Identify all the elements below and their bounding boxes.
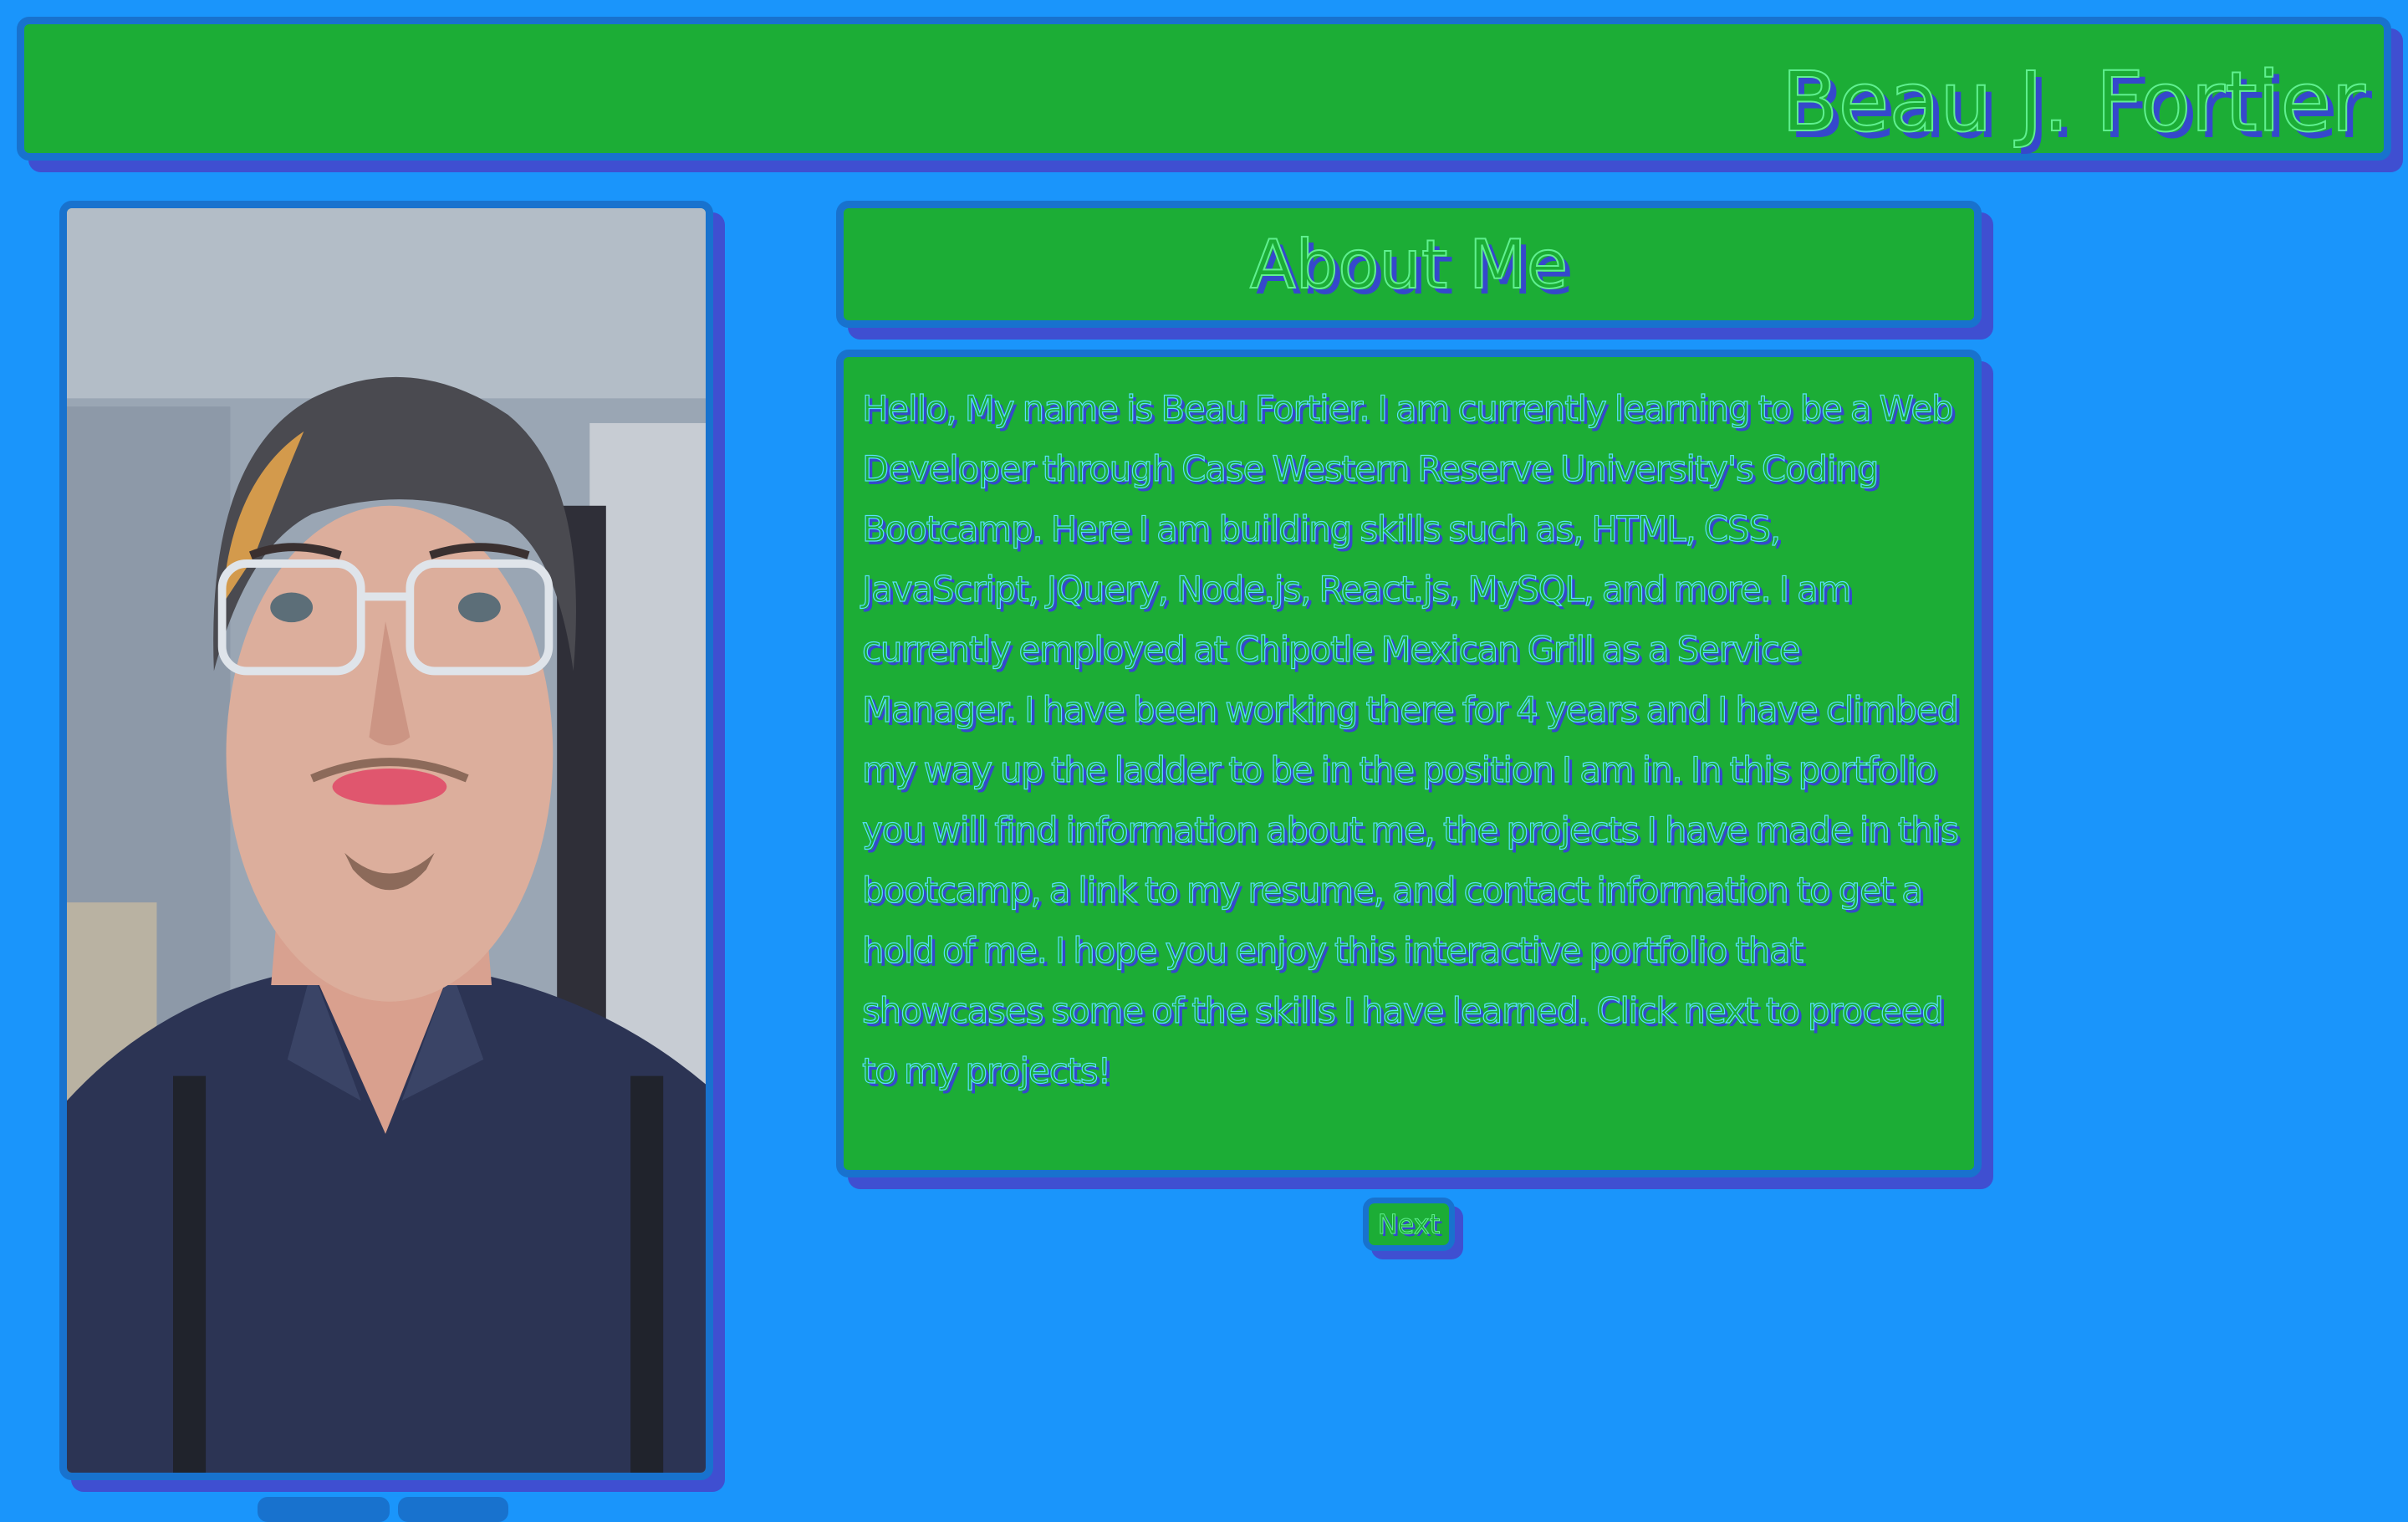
- site-title: Beau J. Fortier: [1781, 54, 2366, 151]
- about-header: About Me: [836, 201, 1982, 328]
- next-button[interactable]: Next: [1363, 1198, 1455, 1251]
- suspender-left: [173, 1075, 207, 1473]
- site-header: Beau J. Fortier: [17, 17, 2391, 161]
- suspender-right: [630, 1075, 664, 1473]
- door: [589, 422, 706, 1101]
- portrait-image: [67, 208, 706, 1473]
- nav-tab[interactable]: [258, 1497, 390, 1522]
- ceiling: [67, 208, 706, 399]
- eye-right: [457, 592, 501, 623]
- nav-tab[interactable]: [398, 1497, 508, 1522]
- about-text-panel: Hello, My name is Beau Fortier. I am cur…: [836, 350, 1982, 1177]
- about-paragraph: Hello, My name is Beau Fortier. I am cur…: [861, 387, 1959, 1091]
- about-title: About Me: [1249, 226, 1569, 304]
- mouth: [332, 769, 447, 805]
- eye-left: [270, 592, 314, 623]
- face: [226, 505, 554, 1002]
- profile-photo: [59, 201, 713, 1480]
